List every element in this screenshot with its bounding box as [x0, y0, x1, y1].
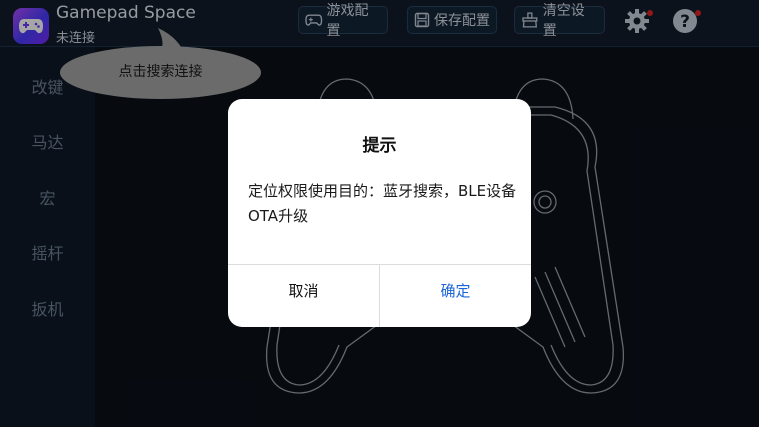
permission-dialog: 提示 定位权限使用目的：蓝牙搜索，BLE设备OTA升级 取消 确定: [228, 99, 531, 327]
dialog-message: 定位权限使用目的：蓝牙搜索，BLE设备OTA升级: [248, 182, 517, 225]
dialog-title: 提示: [362, 136, 397, 156]
cancel-button[interactable]: 取消: [228, 265, 379, 327]
confirm-button[interactable]: 确定: [380, 265, 531, 327]
